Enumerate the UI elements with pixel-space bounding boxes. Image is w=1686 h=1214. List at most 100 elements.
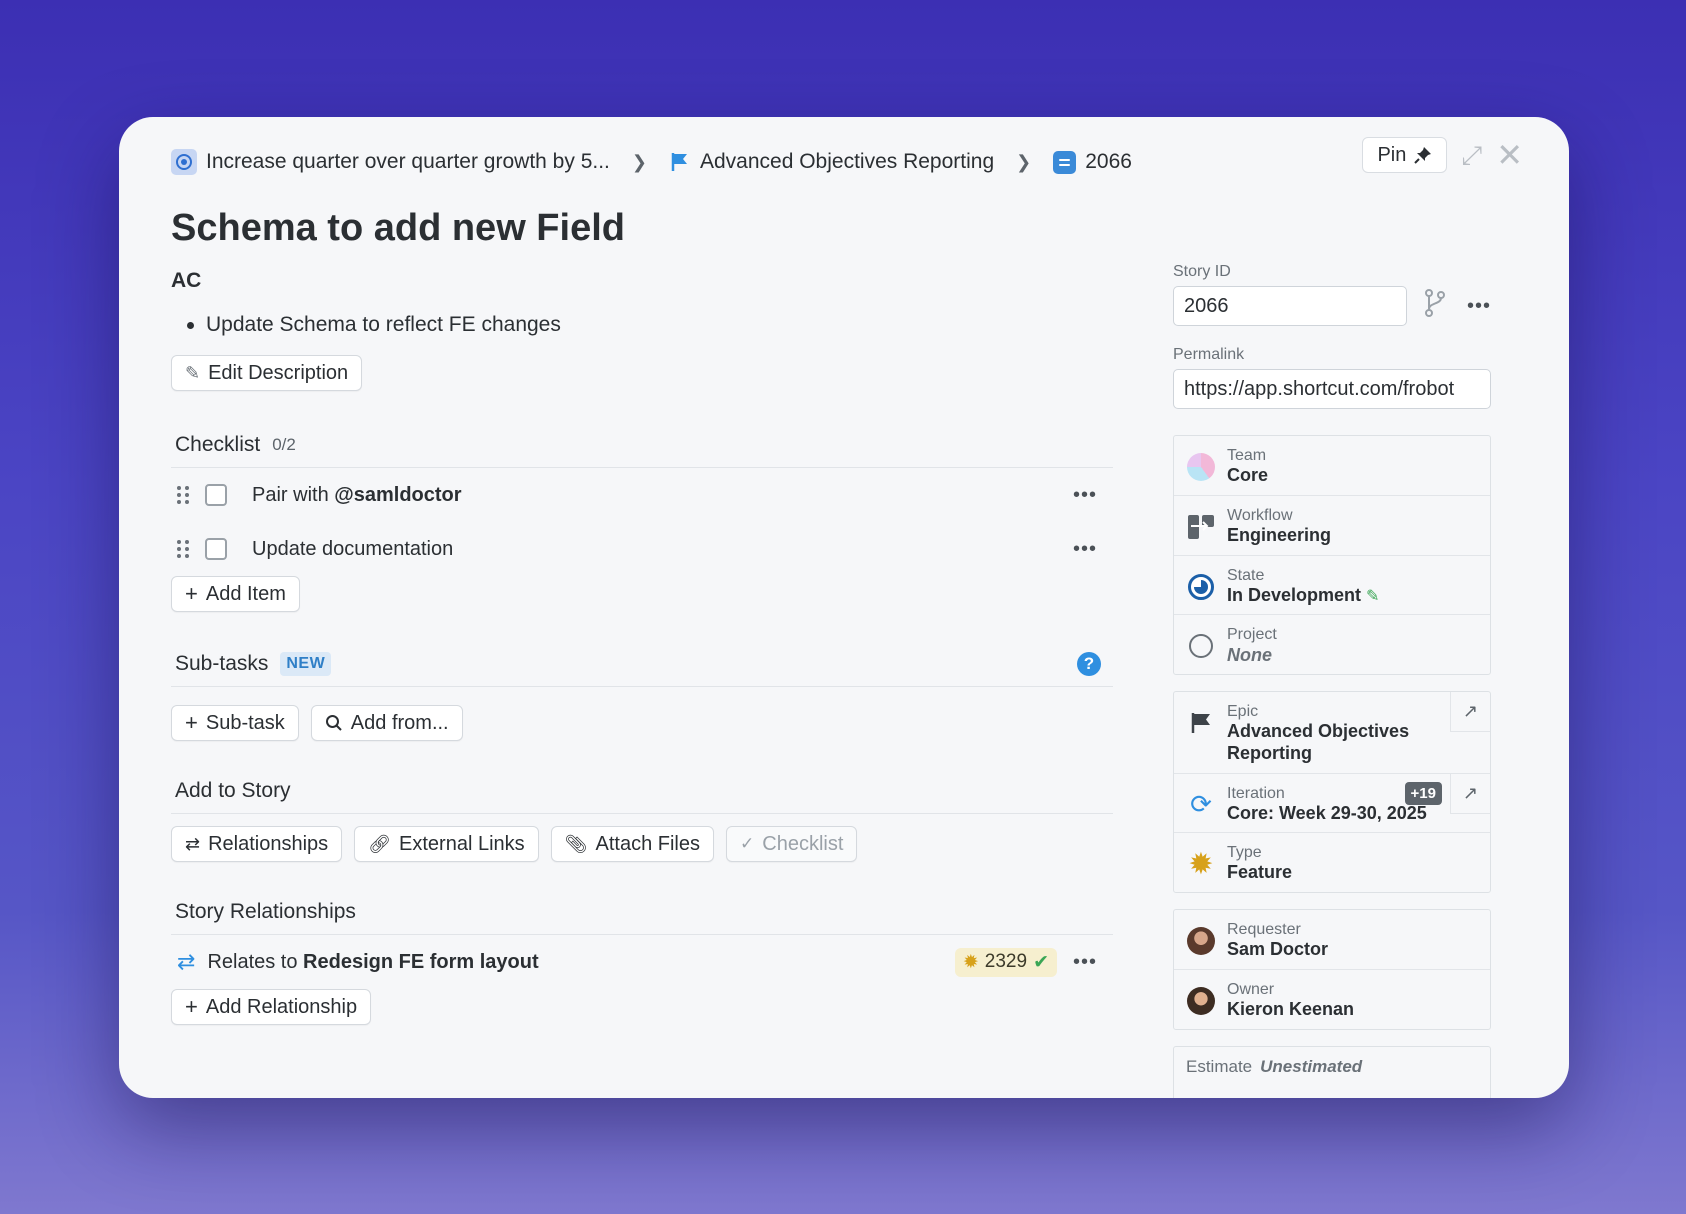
iteration-count-badge[interactable]: +19 xyxy=(1404,781,1442,805)
add-to-story-section: Add to Story ⇄ Relationships 🔗︎ External… xyxy=(171,779,1113,862)
plus-icon: + xyxy=(185,581,198,606)
requester-value: Sam Doctor xyxy=(1227,939,1329,960)
help-icon[interactable]: ? xyxy=(1077,652,1101,676)
breadcrumb-epic[interactable]: Advanced Objectives Reporting xyxy=(669,150,994,174)
external-link-icon[interactable]: ↗ xyxy=(1450,773,1490,814)
checklist-count: 0/2 xyxy=(272,435,296,454)
relationship-row[interactable]: ⇄ Relates to Redesign FE form layout ✹ 2… xyxy=(171,935,1113,989)
requester-avatar xyxy=(1186,926,1216,956)
checklist-item-text[interactable]: Pair with xyxy=(252,484,334,507)
project-icon xyxy=(1186,631,1216,661)
add-from-button[interactable]: Add from... xyxy=(310,705,463,741)
objective-icon xyxy=(171,149,197,175)
relationships-button[interactable]: ⇄ Relationships xyxy=(171,826,343,862)
expand-icon[interactable]: ⤢ xyxy=(1461,142,1482,168)
type-field[interactable]: ✹ Type Feature xyxy=(1174,832,1490,892)
attach-files-label: Attach Files xyxy=(595,832,700,855)
requester-field[interactable]: Requester Sam Doctor xyxy=(1174,910,1490,969)
checklist-button[interactable]: ✓ Checklist xyxy=(726,826,858,862)
description-bullet-text: Update Schema to reflect FE changes xyxy=(206,313,561,336)
more-icon[interactable]: ••• xyxy=(1073,538,1097,561)
project-field[interactable]: Project None xyxy=(1174,614,1490,674)
epic-value-line1: Advanced Objectives xyxy=(1227,721,1410,742)
pin-button[interactable]: Pin xyxy=(1362,137,1448,173)
feature-icon: ✹ xyxy=(1188,847,1214,881)
edit-description-button[interactable]: ✎ Edit Description xyxy=(171,355,363,391)
subtasks-heading: Sub-tasks xyxy=(175,652,269,675)
epic-label: Epic xyxy=(1227,703,1259,721)
plus-icon: + xyxy=(185,710,198,735)
type-label: Type xyxy=(1227,844,1262,862)
state-in-progress-icon xyxy=(1186,572,1216,602)
iteration-field[interactable]: ⟳ Iteration Core: Week 29-30, 2025 +19 ↗ xyxy=(1174,772,1490,833)
team-label: Team xyxy=(1227,447,1267,464)
team-field[interactable]: Team Core xyxy=(1174,436,1490,495)
checklist-checkbox[interactable] xyxy=(205,484,227,506)
more-icon[interactable]: ••• xyxy=(1073,951,1097,974)
workflow-field[interactable]: Workflow Engineering xyxy=(1174,494,1490,555)
attach-files-button[interactable]: 📎︎ Attach Files xyxy=(550,826,714,862)
epic-flag-icon xyxy=(1186,708,1216,738)
project-label: Project xyxy=(1227,626,1277,644)
permalink-field[interactable]: https://app.shortcut.com/frobot xyxy=(1173,369,1491,409)
relationships-section: Story Relationships ⇄ Relates to Redesig… xyxy=(171,900,1113,1025)
owner-avatar xyxy=(1186,986,1216,1016)
add-relationship-label: Add Relationship xyxy=(205,995,358,1018)
chevron-right-icon: ❯ xyxy=(1016,151,1032,172)
checklist-item: Update documentation ••• xyxy=(171,522,1113,576)
edit-description-label: Edit Description xyxy=(208,361,349,384)
state-field[interactable]: State In Development ✎ xyxy=(1174,554,1490,615)
related-story-badge[interactable]: ✹ 2329 ✔ xyxy=(954,947,1057,977)
checklist-button-label: Checklist xyxy=(762,832,844,855)
external-links-button[interactable]: 🔗︎ External Links xyxy=(354,826,539,862)
estimate-field[interactable]: Estimate Unestimated xyxy=(1174,1047,1490,1087)
iteration-label: Iteration xyxy=(1227,784,1285,802)
type-value: Feature xyxy=(1227,862,1293,883)
iteration-value: Core: Week 29-30, 2025 xyxy=(1227,802,1427,823)
checklist-section: Checklist 0/2 Pair with @samldoctor ••• … xyxy=(171,433,1113,612)
more-icon[interactable]: ••• xyxy=(1467,295,1491,318)
close-icon[interactable]: ✕ xyxy=(1496,139,1523,171)
description-bullet: Update Schema to reflect FE changes xyxy=(187,313,1113,337)
checklist-checkbox[interactable] xyxy=(205,538,227,560)
add-item-button[interactable]: + Add Item xyxy=(171,576,300,612)
checklist-item-text[interactable]: Update documentation xyxy=(252,538,453,561)
relationship-title[interactable]: Redesign FE form layout xyxy=(303,951,539,974)
story-id-field[interactable]: 2066 xyxy=(1173,286,1407,326)
relationships-heading: Story Relationships xyxy=(175,900,356,923)
new-badge: NEW xyxy=(280,652,332,676)
story-sidebar: Story ID 2066 ••• Permalink https://app.… xyxy=(1173,263,1491,1098)
epic-value-line2: Reporting xyxy=(1227,742,1312,763)
more-icon[interactable]: ••• xyxy=(1073,484,1097,507)
checklist-item: Pair with @samldoctor ••• xyxy=(171,468,1113,522)
relationship-verb: Relates to xyxy=(207,950,304,973)
checklist-heading: Checklist xyxy=(175,433,261,456)
drag-handle-icon[interactable] xyxy=(177,540,189,558)
owner-field[interactable]: Owner Kieron Keenan xyxy=(1174,968,1490,1029)
done-check-icon: ✔ xyxy=(1033,951,1049,973)
add-from-label: Add from... xyxy=(350,711,449,734)
related-story-id: 2329 xyxy=(984,951,1028,972)
breadcrumb-story[interactable]: 2066 xyxy=(1053,150,1132,174)
checklist-item-mention[interactable]: @samldoctor xyxy=(334,484,461,507)
external-link-icon[interactable]: ↗ xyxy=(1450,692,1490,733)
planning-card: Epic Advanced Objectives Reporting ↗ ⟳ I… xyxy=(1173,691,1491,894)
epic-field[interactable]: Epic Advanced Objectives Reporting ↗ xyxy=(1174,692,1490,772)
owner-value: Kieron Keenan xyxy=(1227,999,1355,1020)
add-subtask-label: Sub-task xyxy=(205,711,285,734)
estimate-value: Unestimated xyxy=(1260,1056,1363,1076)
git-branch-icon[interactable] xyxy=(1423,288,1447,324)
add-subtask-button[interactable]: + Sub-task xyxy=(171,705,299,741)
workflow-value: Engineering xyxy=(1227,524,1332,545)
description-heading: AC xyxy=(171,269,202,292)
story-title[interactable]: Schema to add new Field xyxy=(171,207,625,250)
breadcrumb-objective[interactable]: Increase quarter over quarter growth by … xyxy=(171,149,610,175)
state-label: State xyxy=(1227,566,1265,584)
workflow-label: Workflow xyxy=(1227,506,1293,524)
state-value: In Development xyxy=(1227,584,1362,605)
owner-label: Owner xyxy=(1227,980,1275,998)
external-links-label: External Links xyxy=(399,832,525,855)
drag-handle-icon[interactable] xyxy=(177,486,189,504)
add-relationship-button[interactable]: + Add Relationship xyxy=(171,989,372,1025)
search-icon xyxy=(325,715,342,731)
